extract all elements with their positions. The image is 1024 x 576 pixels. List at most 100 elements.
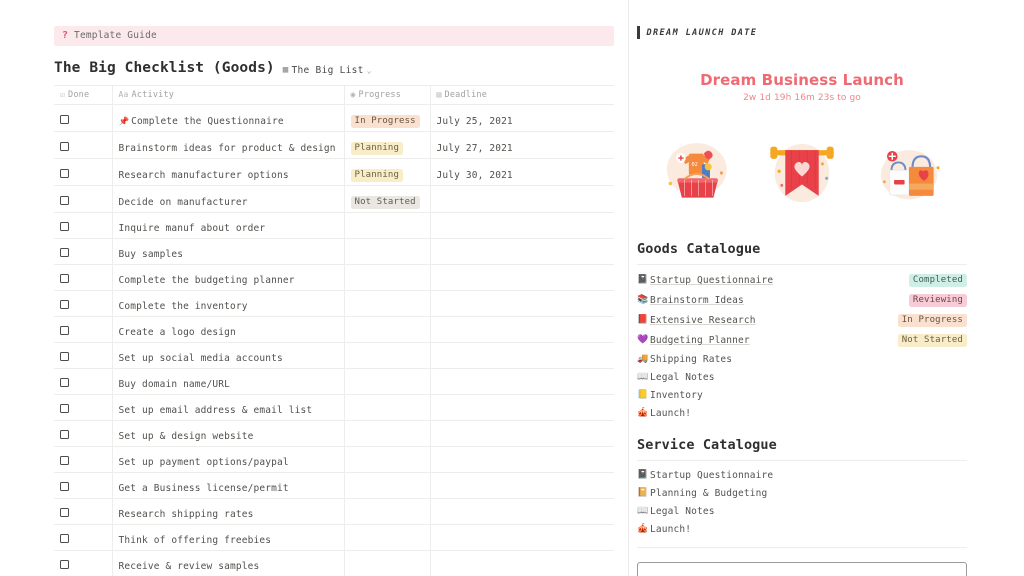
checkbox-icon[interactable] (60, 222, 69, 231)
cell-deadline[interactable] (430, 290, 614, 317)
cell-deadline[interactable] (430, 185, 614, 213)
checkbox-icon[interactable] (60, 430, 69, 439)
cell-progress[interactable] (344, 524, 431, 551)
cell-deadline[interactable] (430, 238, 614, 265)
cell-progress[interactable]: Planning (344, 131, 431, 159)
cell-deadline[interactable] (430, 498, 614, 525)
cell-progress[interactable]: Not Started (344, 185, 431, 213)
cell-activity[interactable]: Set up & design website (112, 420, 345, 447)
note-input-box[interactable] (637, 562, 967, 576)
column-header-progress[interactable]: ◉ Progress (344, 85, 431, 105)
checkbox-icon[interactable] (60, 168, 69, 178)
shopping-bags-illustration (880, 150, 940, 200)
list-item[interactable]: 📓 Startup Questionnaire (637, 467, 967, 485)
cell-activity[interactable]: Create a logo design (112, 316, 345, 343)
cell-activity[interactable]: Decide on manufacturer (112, 185, 345, 213)
cell-progress[interactable] (344, 446, 431, 473)
cell-deadline[interactable]: July 25, 2021 (430, 104, 614, 132)
cell-progress[interactable] (344, 394, 431, 421)
checkbox-icon[interactable] (60, 274, 69, 283)
checkbox-icon[interactable] (60, 378, 69, 387)
list-item[interactable]: 📕 Extensive Research In Progress (637, 311, 967, 331)
cell-deadline[interactable] (430, 524, 614, 551)
checkbox-icon[interactable] (60, 326, 69, 335)
deadline-label: July 30, 2021 (436, 169, 513, 181)
cell-activity[interactable]: Set up email address & email list (112, 394, 345, 421)
countdown-title: Dream Business Launch (700, 71, 904, 89)
cell-activity[interactable]: Research shipping rates (112, 498, 345, 525)
list-item[interactable]: 📚 Brainstorm Ideas Reviewing (637, 291, 967, 311)
cell-progress[interactable] (344, 264, 431, 291)
checkbox-icon[interactable] (60, 141, 69, 151)
checkbox-icon[interactable] (60, 404, 69, 413)
cell-deadline[interactable] (430, 368, 614, 395)
checkbox-icon[interactable] (60, 300, 69, 309)
checkbox-icon[interactable] (60, 248, 69, 257)
cell-activity[interactable]: Inquire manuf about order (112, 212, 345, 239)
checkbox-icon[interactable] (60, 114, 69, 124)
cell-done (54, 368, 113, 395)
list-item[interactable]: 📓 Startup Questionnaire Completed (637, 271, 967, 291)
cell-activity[interactable]: Buy samples (112, 238, 345, 265)
checkbox-icon[interactable] (60, 560, 69, 569)
column-header-done[interactable]: ☑ Done (54, 85, 113, 105)
cell-activity[interactable]: Think of offering freebies (112, 524, 345, 551)
cell-deadline[interactable] (430, 446, 614, 473)
list-item-label: Brainstorm Ideas (650, 295, 744, 306)
cell-activity[interactable]: Set up payment options/paypal (112, 446, 345, 473)
checkbox-icon[interactable] (60, 195, 69, 205)
list-item[interactable]: 📖 Legal Notes (637, 503, 967, 521)
cell-progress[interactable] (344, 472, 431, 499)
cell-progress[interactable] (344, 342, 431, 369)
cell-deadline[interactable] (430, 264, 614, 291)
database-reference-link[interactable]: ▦ The Big List ⌄ (283, 65, 372, 76)
cell-activity[interactable]: Complete the budgeting planner (112, 264, 345, 291)
cell-deadline[interactable]: July 30, 2021 (430, 158, 614, 186)
cell-deadline[interactable] (430, 550, 614, 576)
cell-deadline[interactable] (430, 472, 614, 499)
list-item[interactable]: 📒 Inventory (637, 387, 967, 405)
checkbox-icon[interactable] (60, 482, 69, 491)
cell-progress[interactable] (344, 212, 431, 239)
status-badge: Completed (908, 274, 967, 287)
checkbox-icon[interactable] (60, 456, 69, 465)
cell-progress[interactable] (344, 368, 431, 395)
select-icon: ◉ (350, 90, 356, 99)
cell-progress[interactable]: Planning (344, 158, 431, 186)
cell-activity[interactable]: Buy domain name/URL (112, 368, 345, 395)
list-item[interactable]: 🚚 Shipping Rates (637, 351, 967, 369)
cell-progress[interactable] (344, 498, 431, 525)
cell-activity[interactable]: Set up social media accounts (112, 342, 345, 369)
cell-deadline[interactable] (430, 394, 614, 421)
list-item[interactable]: 💜 Budgeting Planner Not Started (637, 331, 967, 351)
cell-activity[interactable]: Complete the inventory (112, 290, 345, 317)
cell-activity[interactable]: Research manufacturer options (112, 158, 345, 186)
checkbox-icon[interactable] (60, 352, 69, 361)
activity-label: Complete the Questionnaire (131, 115, 284, 127)
table-row: Brainstorm ideas for product & design Pla… (54, 131, 614, 159)
template-guide-callout[interactable]: ? Template Guide (54, 26, 614, 46)
cell-progress[interactable] (344, 550, 431, 576)
cell-progress[interactable] (344, 316, 431, 343)
list-item[interactable]: 📖 Legal Notes (637, 369, 967, 387)
cell-deadline[interactable] (430, 420, 614, 447)
cell-progress[interactable] (344, 290, 431, 317)
column-header-activity[interactable]: Aa Activity (112, 85, 345, 105)
list-item[interactable]: 🎪 Launch! (637, 521, 967, 539)
checkbox-icon[interactable] (60, 534, 69, 543)
column-header-deadline[interactable]: ▤ Deadline (430, 85, 614, 105)
cell-activity[interactable]: Receive & review samples (112, 550, 345, 576)
cell-deadline[interactable] (430, 212, 614, 239)
cell-progress[interactable] (344, 238, 431, 265)
checkbox-icon[interactable] (60, 508, 69, 517)
cell-progress[interactable]: In Progress (344, 104, 431, 132)
cell-deadline[interactable]: July 27, 2021 (430, 131, 614, 159)
list-item[interactable]: 📔 Planning & Budgeting (637, 485, 967, 503)
list-item[interactable]: 🎪 Launch! (637, 405, 967, 423)
cell-activity[interactable]: Get a Business license/permit (112, 472, 345, 499)
cell-deadline[interactable] (430, 342, 614, 369)
cell-progress[interactable] (344, 420, 431, 447)
cell-activity[interactable]: 📌 Complete the Questionnaire (112, 104, 345, 132)
cell-deadline[interactable] (430, 316, 614, 343)
cell-activity[interactable]: Brainstorm ideas for product & design (112, 131, 345, 159)
